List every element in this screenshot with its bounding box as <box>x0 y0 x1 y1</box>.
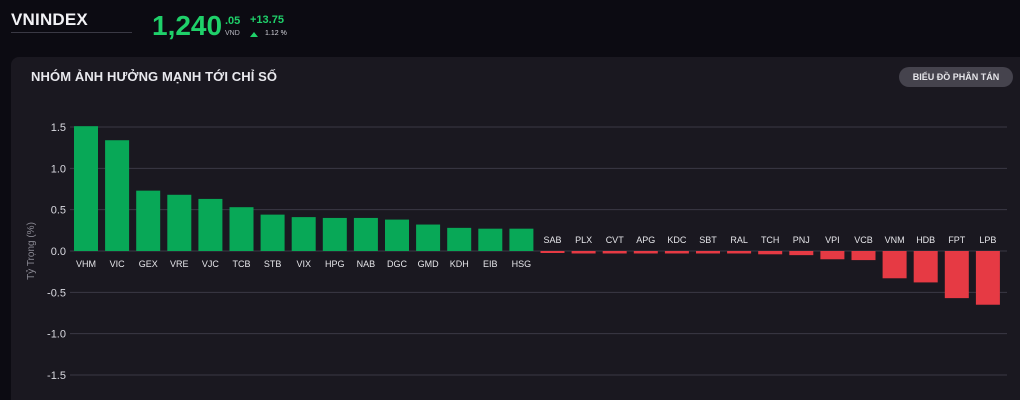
category-label: STB <box>264 259 282 269</box>
bar-gmd <box>416 224 441 251</box>
bar-plx <box>571 251 596 254</box>
bar-tcb <box>229 207 254 251</box>
bar-vcb <box>851 251 876 261</box>
bar-vhm <box>74 126 98 251</box>
category-label: LPB <box>979 235 996 245</box>
category-label: KDC <box>667 235 687 245</box>
up-arrow-icon <box>250 32 258 37</box>
category-label: VIC <box>110 259 126 269</box>
bar-lpb <box>975 251 1000 305</box>
category-label: HPG <box>325 259 345 269</box>
category-label: GEX <box>139 259 158 269</box>
category-label: PLX <box>575 235 592 245</box>
index-header: VNINDEX 1,240 .05 VND +13.75 1.12 % <box>0 0 1020 56</box>
category-label: DGC <box>387 259 408 269</box>
category-label: PNJ <box>793 235 810 245</box>
category-label: NAB <box>357 259 376 269</box>
y-tick-label: -1.0 <box>47 329 66 341</box>
influence-bar-chart: 1.5 1.0 0.5 0.0 -0.5 -1.0 -1.5 Tỷ Trọng (%) VHM V… <box>25 122 1007 382</box>
bar-fpt <box>944 251 969 299</box>
index-change: +13.75 <box>250 14 284 26</box>
category-label: KDH <box>450 259 469 269</box>
y-tick-label: 0.5 <box>51 205 66 217</box>
bar-pnj <box>789 251 814 256</box>
y-axis-label: Tỷ Trọng (%) <box>25 222 37 280</box>
price-unit: VND <box>225 30 240 37</box>
bar-hsg <box>509 228 534 251</box>
bar-nab <box>353 217 378 251</box>
category-label: RAL <box>730 235 748 245</box>
category-label: EIB <box>483 259 498 269</box>
bar-vjc <box>198 198 223 251</box>
category-label: VRE <box>170 259 189 269</box>
category-label: VIX <box>296 259 311 269</box>
bar-kdc <box>664 251 689 254</box>
category-label: VPI <box>825 235 840 245</box>
category-label: SBT <box>699 235 717 245</box>
bar-ral <box>727 251 752 254</box>
bar-vre <box>167 194 192 251</box>
bar-eib <box>478 228 503 251</box>
bar-vix <box>291 217 316 251</box>
index-change-percent: 1.12 % <box>265 30 287 37</box>
category-label: SAB <box>543 235 561 245</box>
category-label: HDB <box>916 235 935 245</box>
category-label: HSG <box>512 259 532 269</box>
index-price-decimal: .05 <box>225 15 241 27</box>
index-name[interactable]: VNINDEX <box>11 10 88 30</box>
index-name-underline <box>11 32 132 33</box>
category-label: GMD <box>418 259 439 269</box>
y-tick-label: -0.5 <box>47 287 66 299</box>
y-tick-label: 0.0 <box>51 246 66 258</box>
influence-panel: NHÓM ẢNH HƯỞNG MẠNH TỚI CHỈ SỐ BIỂU ĐỒ P… <box>11 57 1020 400</box>
category-label: TCB <box>233 259 251 269</box>
bar-vic <box>105 140 130 251</box>
index-price: 1,240 <box>152 10 223 41</box>
bar-dgc <box>385 219 409 251</box>
bar-vpi <box>820 251 845 260</box>
bar-cvt <box>602 251 627 254</box>
bar-sab <box>540 251 565 253</box>
bar-sbt <box>696 251 720 254</box>
bar-vnm <box>882 251 907 279</box>
bar-stb <box>260 214 285 251</box>
bar-gex <box>136 190 161 251</box>
category-label: VNM <box>885 235 905 245</box>
category-label: TCH <box>761 235 780 245</box>
category-label: VHM <box>76 259 96 269</box>
bar-hpg <box>322 217 347 251</box>
category-label: APG <box>636 235 655 245</box>
y-tick-label: -1.5 <box>47 370 66 382</box>
category-label: VCB <box>854 235 873 245</box>
category-label: CVT <box>606 235 625 245</box>
bar-tch <box>758 251 783 255</box>
y-tick-label: 1.5 <box>51 122 66 134</box>
bar-hdb <box>913 251 938 283</box>
category-label: VJC <box>202 259 220 269</box>
y-tick-label: 1.0 <box>51 163 66 175</box>
category-label: FPT <box>948 235 966 245</box>
bar-apg <box>633 251 658 254</box>
bar-kdh <box>447 227 472 251</box>
